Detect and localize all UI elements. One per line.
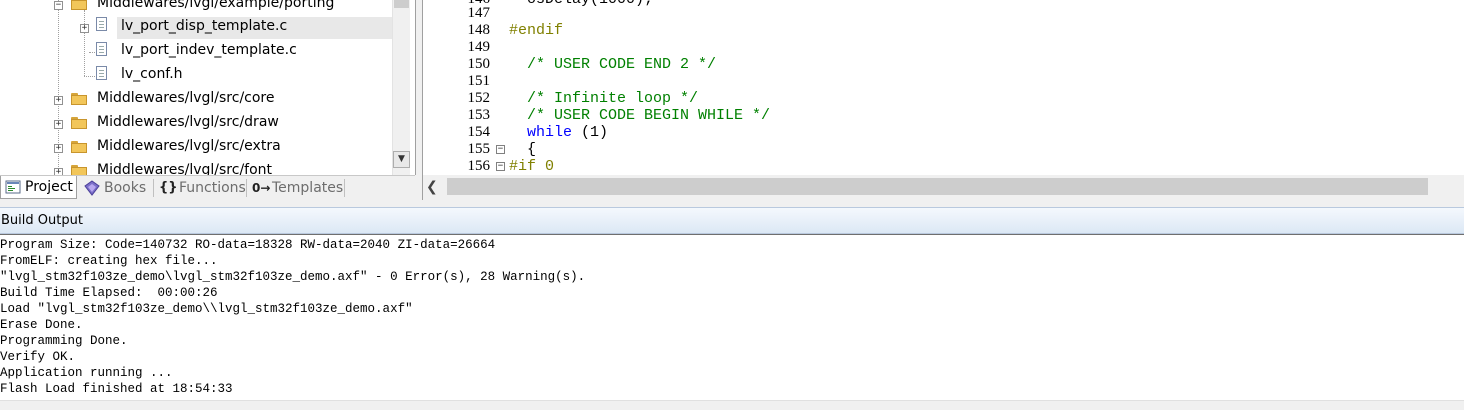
code-editor[interactable]: 146 147 148 149 150 151 152 153 154 155 … <box>422 0 1464 175</box>
tree-vertical-scrollbar[interactable]: ▼ <box>392 0 410 175</box>
expand-icon[interactable]: + <box>54 168 63 175</box>
tab-label: Templates <box>272 179 344 196</box>
tree-item-file-indev[interactable]: lv_port_indev_template.c <box>0 41 392 63</box>
tab-functions[interactable]: {} Functions <box>155 176 246 199</box>
line-number: 154 <box>467 124 491 140</box>
tree-item-label: Middlewares/lvgl/src/font <box>97 162 273 175</box>
folder-icon <box>71 165 87 175</box>
tab-separator <box>246 179 247 197</box>
code-line: #endif <box>509 22 563 39</box>
build-output-line: "lvgl_stm32f103ze_demo\lvgl_stm32f103ze_… <box>0 270 586 284</box>
keyword-token: while <box>527 124 573 141</box>
build-output-line: FromELF: creating hex file... <box>0 254 218 268</box>
expand-icon[interactable]: + <box>54 144 63 153</box>
expand-icon[interactable]: + <box>80 24 89 33</box>
tree-item-file-disp[interactable]: lv_port_disp_template.c <box>117 17 392 39</box>
tab-label: Books <box>104 179 147 196</box>
code-line: while (1) <box>509 124 608 141</box>
functions-icon: {} <box>159 179 178 195</box>
tab-label: Functions <box>179 179 246 196</box>
build-output-line: Flash Load finished at 18:54:33 <box>0 382 233 396</box>
build-output-line: Programming Done. <box>0 334 128 348</box>
line-number: 149 <box>467 39 491 55</box>
h-file-icon <box>96 66 107 80</box>
collapse-icon[interactable]: − <box>54 1 63 10</box>
code-line: { <box>509 141 537 158</box>
books-icon <box>84 179 100 196</box>
expand-icon[interactable]: + <box>54 96 63 105</box>
code-line: /* USER CODE END 2 */ <box>509 56 716 73</box>
tab-separator <box>344 179 345 197</box>
line-number: 147 <box>467 5 491 21</box>
editor-horizontal-scrollbar[interactable]: ❮ <box>422 175 1464 200</box>
c-file-icon <box>96 42 107 56</box>
tab-books[interactable]: Books <box>80 176 152 199</box>
tab-templates[interactable]: 0→ Templates <box>248 176 343 199</box>
folder-icon <box>71 93 87 105</box>
tab-project[interactable]: Project <box>0 176 77 199</box>
build-output-line: Build Time Elapsed: 00:00:26 <box>0 286 218 300</box>
code-line: #if 0 <box>509 158 554 175</box>
tree-item-label: lv_conf.h <box>121 66 183 82</box>
line-number: 151 <box>467 73 491 89</box>
tree-item-folder-extra[interactable]: + Middlewares/lvgl/src/extra <box>0 137 392 159</box>
tab-label: Project <box>25 179 73 195</box>
line-number: 148 <box>467 22 491 38</box>
comment-token: /* Infinite loop */ <box>509 90 699 107</box>
fold-collapse-icon[interactable]: − <box>496 162 505 171</box>
build-output-line: Load "lvgl_stm32f103ze_demo\\lvgl_stm32f… <box>0 302 413 316</box>
build-output-panel[interactable]: Program Size: Code=140732 RO-data=18328 … <box>0 234 1464 401</box>
c-file-icon <box>96 17 107 31</box>
build-output-line: Verify OK. <box>0 350 76 364</box>
line-number: 150 <box>467 56 491 72</box>
tree-item-label: lv_port_indev_template.c <box>121 42 297 58</box>
tree-item-label: Middlewares/lvgl/src/draw <box>97 114 279 130</box>
build-output-line: Program Size: Code=140732 RO-data=18328 … <box>0 238 496 252</box>
build-output-line: Application running ... <box>0 366 173 380</box>
tree-item-folder-porting[interactable]: − Middlewares/lvgl/example/porting <box>0 0 392 16</box>
line-number: 153 <box>467 107 491 123</box>
tree-item-file-conf[interactable]: lv_conf.h <box>0 65 392 87</box>
fold-collapse-icon[interactable]: − <box>496 145 505 154</box>
build-output-title: Build Output <box>0 207 1464 234</box>
tree-item-label: Middlewares/lvgl/src/core <box>97 90 275 106</box>
code-line: /* USER CODE BEGIN WHILE */ <box>509 107 770 124</box>
folder-icon <box>71 0 87 10</box>
pane-splitter[interactable] <box>0 200 1464 207</box>
line-number-gutter: 146 147 148 149 150 151 152 153 154 155 … <box>423 0 493 175</box>
line-number: 155 <box>467 141 491 157</box>
tab-separator <box>153 179 154 197</box>
tree-item-folder-core[interactable]: + Middlewares/lvgl/src/core <box>0 89 392 111</box>
scrollbar-thumb[interactable] <box>394 0 409 8</box>
tree-item-folder-draw[interactable]: + Middlewares/lvgl/src/draw <box>0 113 392 135</box>
line-number: 152 <box>467 90 491 106</box>
code-line: osDelay(1000); <box>509 0 653 8</box>
scrollbar-thumb[interactable] <box>447 178 1428 195</box>
panel-tab-bar: Project Books {} Functions 0→ Templates <box>0 175 415 201</box>
folder-icon <box>71 117 87 129</box>
project-icon <box>5 179 21 195</box>
templates-icon: 0→ <box>252 180 271 195</box>
preprocessor-token: #endif <box>509 22 564 39</box>
folder-icon <box>71 141 87 153</box>
tree-item-label: Middlewares/lvgl/example/porting <box>97 0 335 11</box>
scroll-left-arrow-icon[interactable]: ❮ <box>426 179 438 195</box>
scroll-down-arrow-icon[interactable]: ▼ <box>393 151 410 168</box>
tree-item-folder-font[interactable]: + Middlewares/lvgl/src/font <box>0 161 392 175</box>
line-number: 156 <box>467 158 491 174</box>
project-tree[interactable]: − Middlewares/lvgl/example/porting lv_po… <box>0 0 416 175</box>
tree-item-label: Middlewares/lvgl/src/extra <box>97 138 281 154</box>
comment-token: /* USER CODE BEGIN WHILE */ <box>509 107 771 124</box>
comment-token: /* USER CODE END 2 */ <box>509 56 717 73</box>
code-line: /* Infinite loop */ <box>509 90 698 107</box>
tree-item-label: lv_port_disp_template.c <box>121 18 288 34</box>
code-token: (1) <box>572 124 609 141</box>
preprocessor-token: #if 0 <box>509 158 555 175</box>
expand-icon[interactable]: + <box>54 120 63 129</box>
build-output-line: Erase Done. <box>0 318 83 332</box>
